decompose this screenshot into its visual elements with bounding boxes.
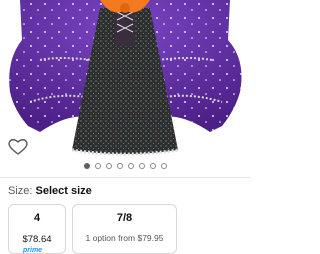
size-option-name: 7/8 (116, 212, 133, 224)
size-option-detail: 1 option from $79.95 (85, 233, 164, 243)
size-value: Select size (35, 185, 92, 197)
size-option-7-8[interactable]: 7/8 1 option from $79.95 (72, 204, 177, 254)
prime-badge: prime (23, 247, 43, 254)
size-label: Size: (8, 185, 33, 197)
carousel-dot[interactable] (127, 163, 134, 169)
divider (0, 177, 250, 178)
carousel-dot[interactable] (149, 163, 156, 169)
carousel-dot[interactable] (116, 163, 123, 169)
heart-icon (8, 139, 28, 155)
carousel-dot[interactable] (138, 163, 145, 169)
size-selector-label: Size: Select size (8, 184, 92, 198)
size-option-name: 4 (33, 212, 41, 224)
carousel-dot[interactable] (105, 163, 112, 169)
wishlist-button[interactable] (8, 138, 28, 156)
size-option-price: $78.64 (22, 234, 52, 245)
carousel-indicator (0, 160, 250, 172)
carousel-dot[interactable] (160, 163, 167, 169)
size-option-4[interactable]: 4 $78.64 prime (8, 204, 66, 254)
carousel-dot[interactable] (94, 163, 101, 169)
carousel-dot[interactable] (83, 163, 90, 169)
product-image[interactable] (0, 0, 250, 160)
